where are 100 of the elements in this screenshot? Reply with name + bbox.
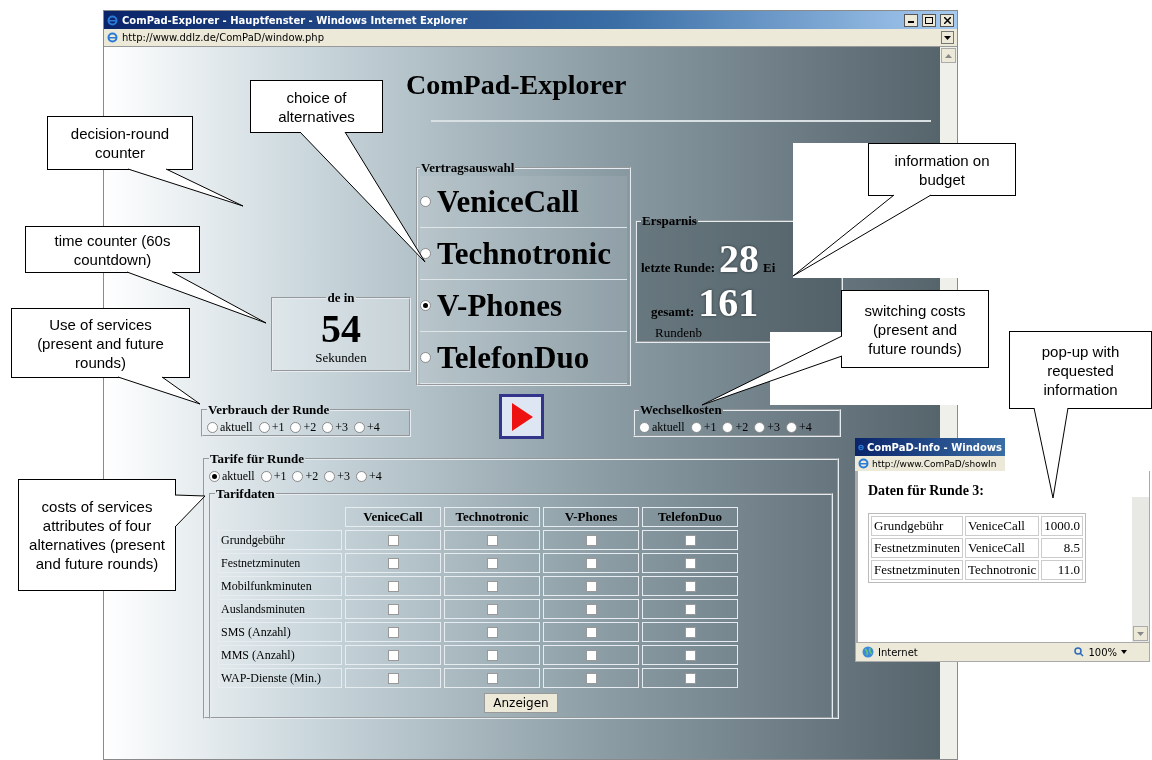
- play-button[interactable]: [499, 394, 544, 439]
- maximize-button[interactable]: [922, 13, 936, 27]
- table-cell: 11.0: [1041, 560, 1084, 580]
- checkbox[interactable]: [387, 650, 399, 662]
- row-label: MMS (Anzahl): [218, 645, 342, 665]
- popup-address: http://www.ComPaD/showIn: [872, 458, 997, 469]
- checkbox[interactable]: [486, 581, 498, 593]
- callout: time counter (60s countdown): [25, 226, 200, 273]
- choice-legend: Vertragsauswahl: [420, 160, 516, 176]
- last-round-value: 28: [719, 237, 759, 281]
- contract-option[interactable]: Technotronic: [420, 228, 627, 280]
- arrow-up-icon: [945, 53, 952, 58]
- dropdown-button[interactable]: [941, 31, 954, 44]
- callout: pop-up with requested information: [1009, 331, 1152, 409]
- row-label: Grundgebühr: [218, 530, 342, 550]
- checkbox[interactable]: [387, 627, 399, 639]
- caret-icon[interactable]: [1121, 650, 1127, 654]
- savings-note: Rundenb: [655, 325, 703, 341]
- row-label: Mobilfunkminuten: [218, 576, 342, 596]
- radio-button[interactable]: [420, 248, 431, 259]
- radio-option[interactable]: +2: [292, 469, 319, 484]
- scroll-down-button[interactable]: [1133, 626, 1148, 641]
- savings-legend: Ersparnis: [641, 213, 698, 229]
- checkbox[interactable]: [486, 673, 498, 685]
- checkbox[interactable]: [585, 627, 597, 639]
- radio-option[interactable]: aktuell: [639, 420, 685, 435]
- countdown-unit: Sekunden: [314, 350, 368, 366]
- checkbox[interactable]: [486, 558, 498, 570]
- checkbox[interactable]: [387, 673, 399, 685]
- contract-option[interactable]: VeniceCall: [420, 176, 627, 228]
- column-header: Technotronic: [444, 507, 540, 527]
- checkbox[interactable]: [585, 558, 597, 570]
- callout: information on budget: [868, 143, 1016, 196]
- contract-option[interactable]: TelefonDuo: [420, 332, 627, 384]
- radio-button[interactable]: [420, 300, 431, 311]
- callout: switching costs (present and future rounds): [841, 290, 989, 368]
- radio-option[interactable]: +2: [290, 420, 317, 435]
- table-cell: 8.5: [1041, 538, 1084, 558]
- radio-option[interactable]: +3: [324, 469, 350, 484]
- total-label: gesamt:: [651, 304, 695, 320]
- radio-button[interactable]: [420, 196, 431, 207]
- close-button[interactable]: [940, 13, 954, 27]
- table-cell: VeniceCall: [964, 516, 1040, 536]
- window-title: ComPad-Explorer - Hauptfenster - Windows Internet Explorer: [122, 14, 469, 26]
- checkbox[interactable]: [387, 581, 399, 593]
- row-label: WAP-Dienste (Min.): [218, 668, 342, 688]
- checkbox[interactable]: [684, 604, 696, 616]
- checkbox[interactable]: [486, 650, 498, 662]
- checkbox[interactable]: [585, 581, 597, 593]
- zone-label: Internet: [878, 646, 918, 658]
- checkbox[interactable]: [684, 673, 696, 685]
- checkbox[interactable]: [486, 604, 498, 616]
- table-cell: Grundgebühr: [871, 516, 963, 536]
- radio-option[interactable]: +4: [786, 420, 812, 435]
- table-cell: VeniceCall: [964, 538, 1040, 558]
- caret-icon: [944, 35, 951, 40]
- show-button[interactable]: Anzeigen: [484, 693, 558, 713]
- checkbox[interactable]: [684, 650, 696, 662]
- address-field[interactable]: http://www.ddlz.de/ComPaD/window.php: [122, 32, 937, 43]
- radio-option[interactable]: +4: [356, 469, 382, 484]
- checkbox[interactable]: [684, 627, 696, 639]
- radio-option[interactable]: +3: [322, 420, 348, 435]
- page-heading: ComPad-Explorer: [406, 69, 628, 101]
- radio-option[interactable]: aktuell: [209, 469, 255, 484]
- minimize-button[interactable]: [904, 13, 918, 27]
- checkbox[interactable]: [585, 535, 597, 547]
- contract-option[interactable]: V-Phones: [420, 280, 627, 332]
- radio-option[interactable]: aktuell: [207, 420, 253, 435]
- checkbox[interactable]: [684, 535, 696, 547]
- radio-option[interactable]: +1: [690, 420, 717, 435]
- radio-option[interactable]: +2: [722, 420, 749, 435]
- last-round-label: letzte Runde:: [641, 260, 715, 276]
- checkbox[interactable]: [585, 650, 597, 662]
- radio-option[interactable]: +1: [258, 420, 285, 435]
- checkbox[interactable]: [684, 581, 696, 593]
- checkbox[interactable]: [387, 604, 399, 616]
- play-icon: [509, 401, 534, 432]
- checkbox[interactable]: [387, 558, 399, 570]
- table-cell: Technotronic: [964, 560, 1040, 580]
- radio-option[interactable]: +1: [260, 469, 287, 484]
- table-cell: 1000.0: [1041, 516, 1084, 536]
- checkbox[interactable]: [585, 673, 597, 685]
- checkbox[interactable]: [486, 627, 498, 639]
- close-icon: [943, 16, 951, 24]
- page-icon: [858, 458, 869, 469]
- radio-option[interactable]: +3: [754, 420, 780, 435]
- radio-option[interactable]: +4: [354, 420, 380, 435]
- checkbox[interactable]: [684, 558, 696, 570]
- checkbox[interactable]: [585, 604, 597, 616]
- arrow-down-icon: [1137, 631, 1144, 636]
- row-label: SMS (Anzahl): [218, 622, 342, 642]
- usage-legend: Verbrauch der Runde: [207, 402, 331, 418]
- column-header: V-Phones: [543, 507, 639, 527]
- row-label: Auslandsminuten: [218, 599, 342, 619]
- radio-button[interactable]: [420, 352, 431, 363]
- checkbox[interactable]: [387, 535, 399, 547]
- callout: decision-round counter: [47, 116, 193, 170]
- timer-legend: de in: [326, 290, 356, 306]
- zoom-level[interactable]: 100%: [1088, 646, 1117, 658]
- checkbox[interactable]: [486, 535, 498, 547]
